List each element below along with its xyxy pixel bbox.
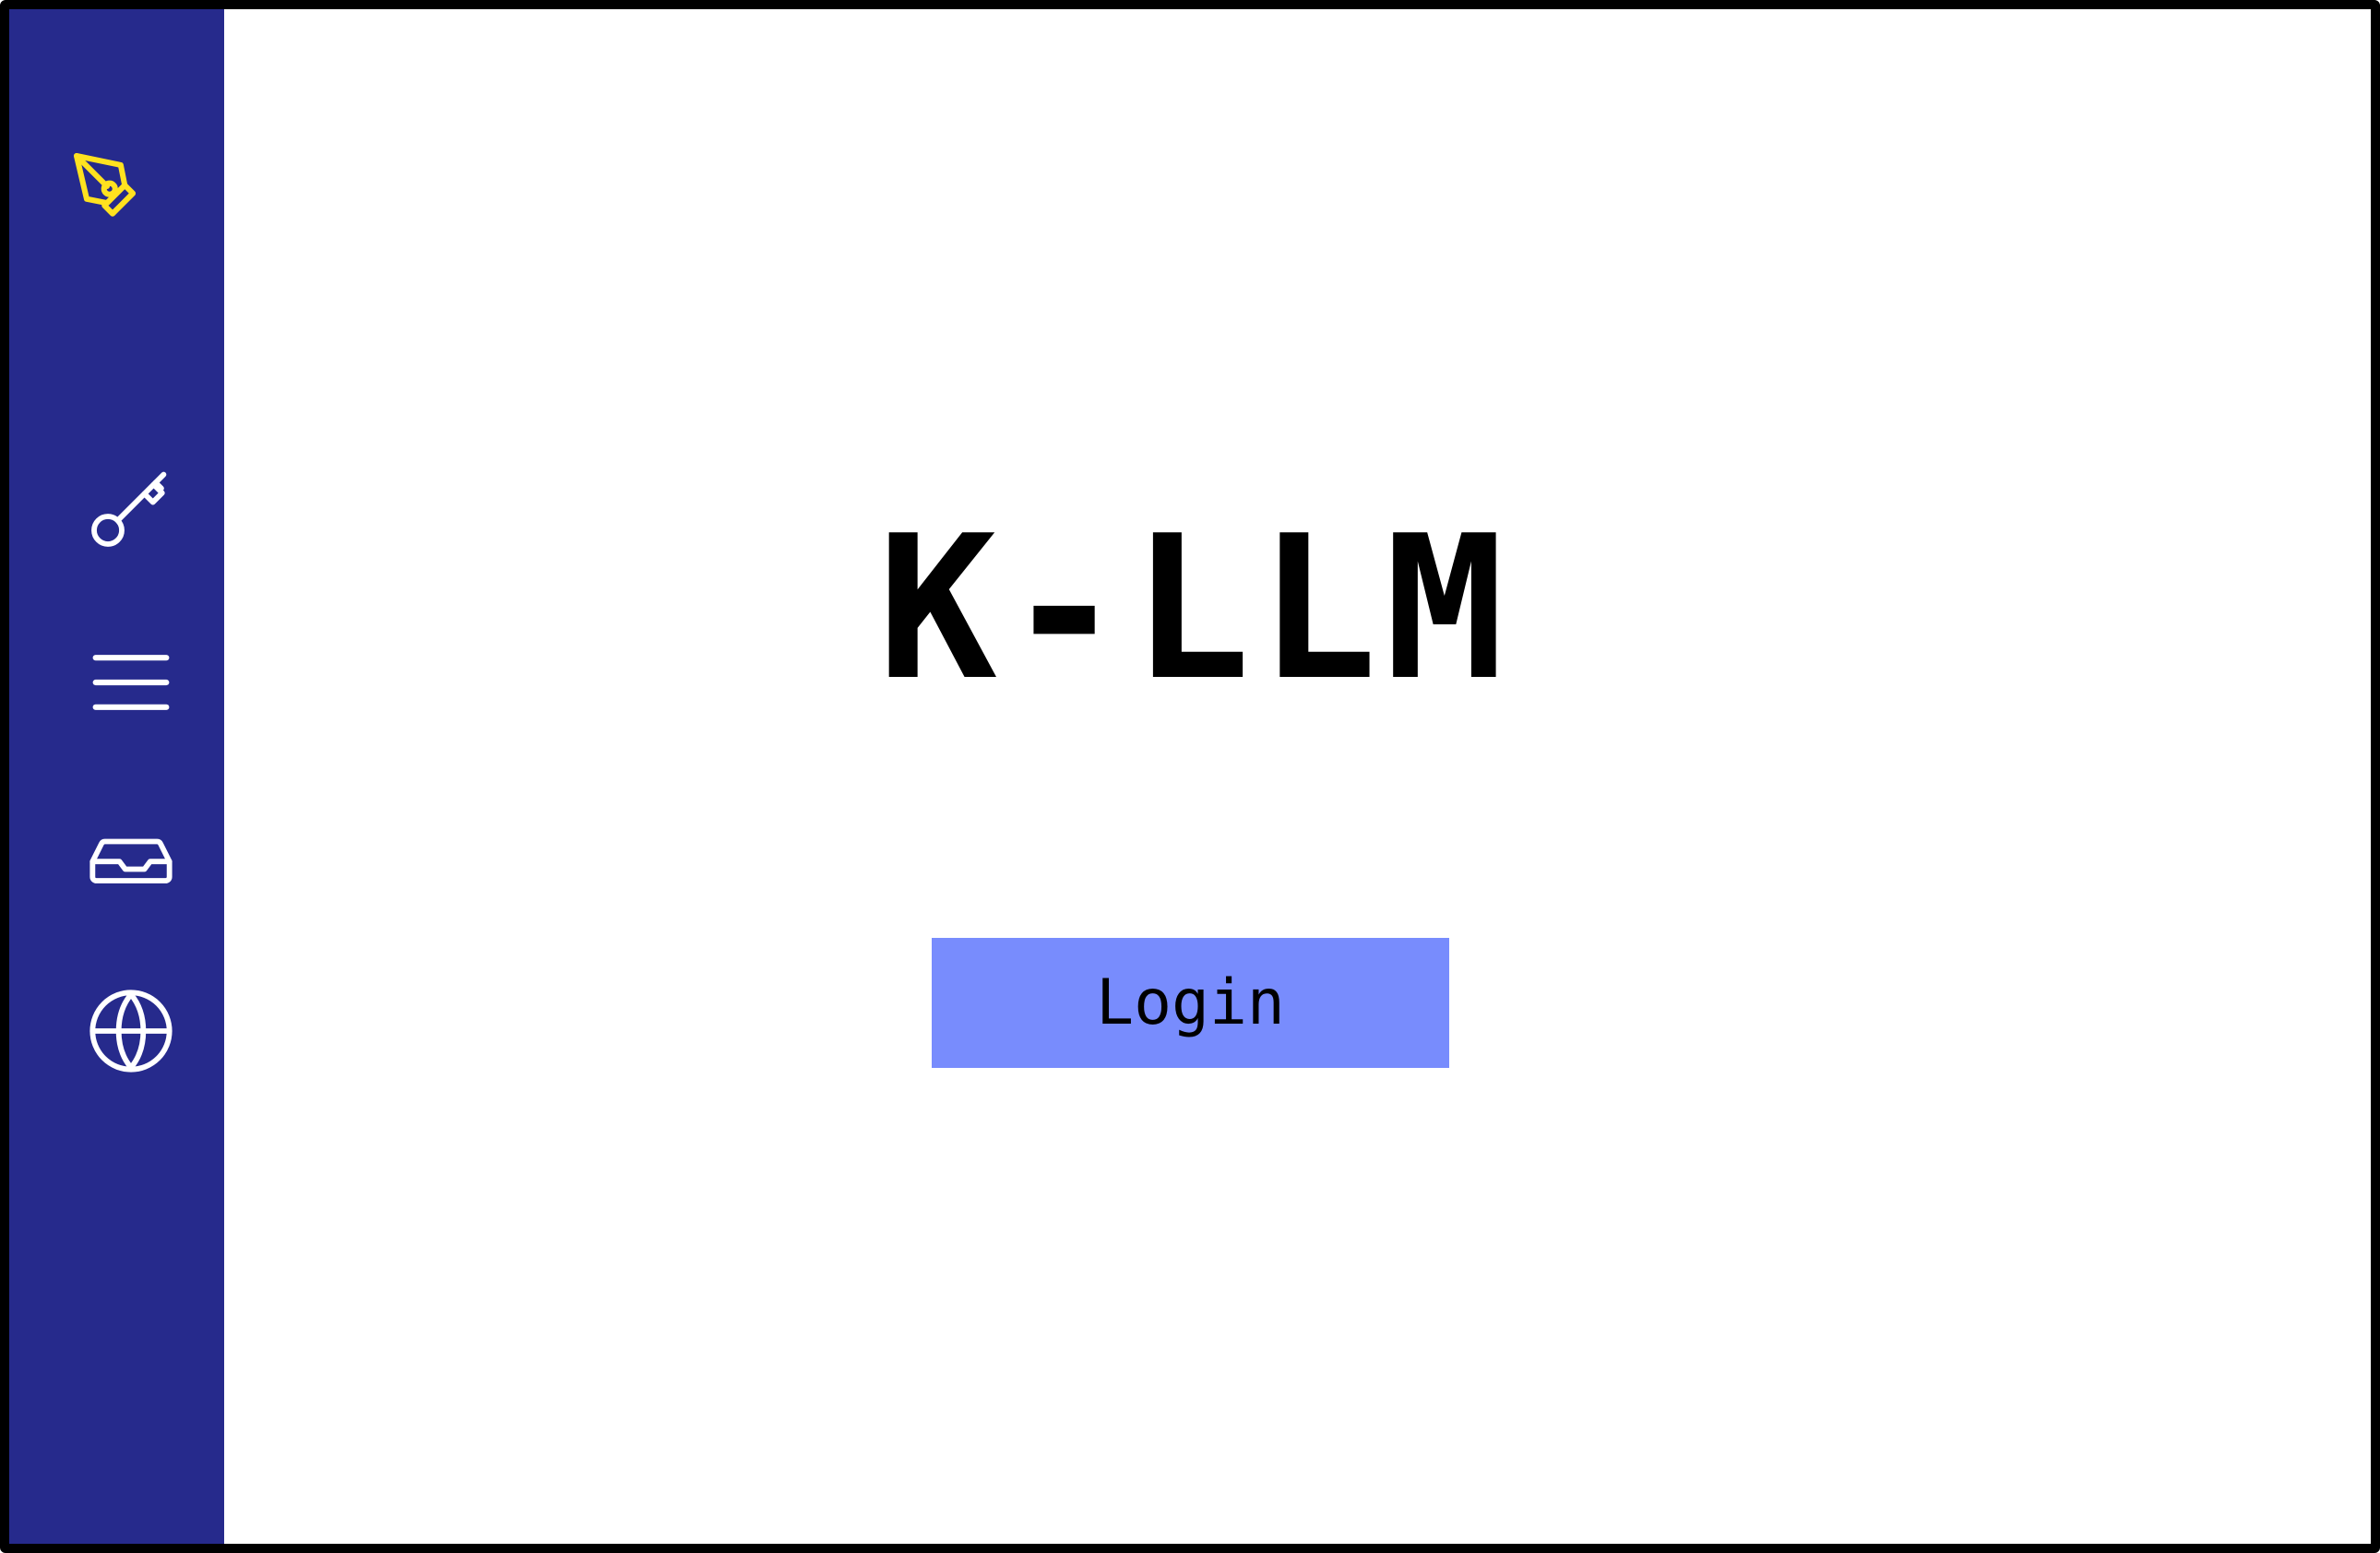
key-icon[interactable] [85, 461, 177, 553]
app-window: K-LLM Login [0, 0, 2380, 1553]
sidebar [9, 9, 224, 1544]
app-title: K-LLM [877, 492, 1512, 724]
login-button-label: Login [1096, 966, 1285, 1039]
globe-icon[interactable] [85, 985, 177, 1077]
main-content: K-LLM Login [224, 9, 2371, 1544]
login-button[interactable]: Login [932, 938, 1449, 1068]
inbox-icon[interactable] [85, 812, 177, 904]
menu-icon[interactable] [89, 646, 173, 719]
pen-nib-icon[interactable] [66, 146, 188, 267]
